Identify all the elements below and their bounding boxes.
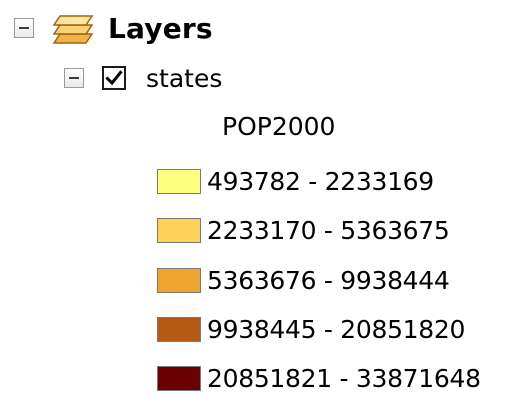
toc-layer-row[interactable]: states — [64, 60, 222, 96]
minus-icon — [19, 27, 29, 29]
legend-class-row[interactable]: 20851821 - 33871648 — [157, 360, 481, 396]
legend-class-label: 20851821 - 33871648 — [207, 363, 481, 393]
legend-class-row[interactable]: 2233170 - 5363675 — [157, 212, 450, 248]
legend-field-name: POP2000 — [222, 111, 336, 141]
minus-icon — [69, 77, 79, 79]
layer-name[interactable]: states — [146, 64, 222, 93]
layer-visibility-checkbox[interactable] — [102, 66, 126, 90]
legend-class-label: 9938445 - 20851820 — [207, 314, 466, 344]
legend-class-label: 493782 - 2233169 — [207, 166, 434, 196]
collapse-layers-button[interactable] — [14, 18, 34, 38]
layers-group-label[interactable]: Layers — [108, 12, 213, 45]
checkmark-icon — [105, 70, 123, 86]
symbol-swatch[interactable] — [157, 168, 201, 194]
legend-class-row[interactable]: 5363676 - 9938444 — [157, 262, 450, 298]
legend-class-label: 5363676 - 9938444 — [207, 265, 450, 295]
legend-class-label: 2233170 - 5363675 — [207, 215, 450, 245]
layers-icon — [48, 10, 98, 46]
symbol-swatch[interactable] — [157, 267, 201, 293]
legend-class-row[interactable]: 9938445 - 20851820 — [157, 311, 465, 347]
symbol-swatch[interactable] — [157, 316, 201, 342]
legend-class-row[interactable]: 493782 - 2233169 — [157, 163, 434, 199]
symbol-swatch[interactable] — [157, 217, 201, 243]
symbol-swatch[interactable] — [157, 365, 201, 391]
collapse-states-button[interactable] — [64, 68, 84, 88]
toc-group-row[interactable]: Layers — [14, 8, 213, 48]
legend-field-row: POP2000 — [222, 108, 335, 144]
